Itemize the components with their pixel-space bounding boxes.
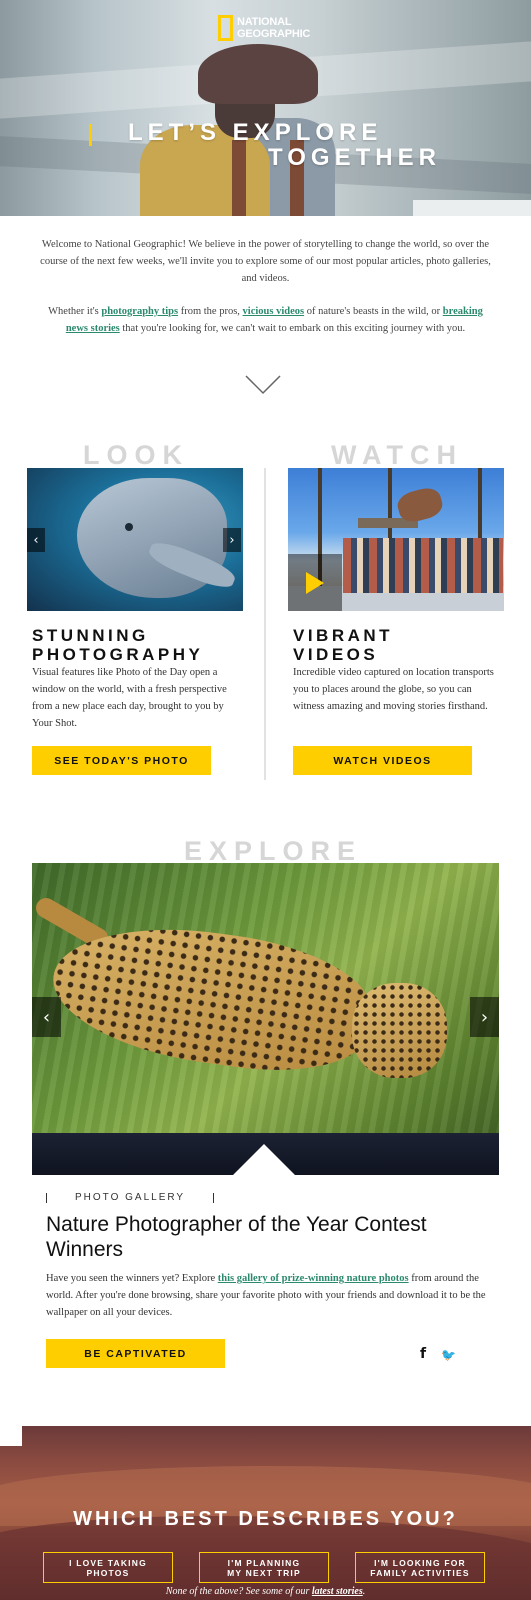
gallery-title: Nature Photographer of the Year Contest … <box>46 1213 427 1261</box>
vicious-videos-link[interactable]: vicious videos <box>243 306 305 317</box>
prize-winning-gallery-link[interactable]: this gallery of prize-winning nature pho… <box>218 1273 409 1284</box>
twitter-icon[interactable]: 🐦 <box>441 1348 456 1362</box>
watch-label: WATCH <box>331 440 463 470</box>
hero-hat <box>198 44 318 104</box>
option-line: I LOVE TAKING <box>69 1557 147 1568</box>
look-card-title: STUNNING PHOTOGRAPHY <box>32 626 203 664</box>
option-love-photos-button[interactable]: I LOVE TAKING PHOTOS <box>43 1552 173 1583</box>
option-line: MY NEXT TRIP <box>227 1567 301 1578</box>
dolphin-eye <box>125 523 133 531</box>
logo-yellow-frame-icon <box>218 15 233 41</box>
logo-line: NATIONAL <box>237 16 292 28</box>
hero-title-line1: LET’S EXPLORE <box>128 119 383 146</box>
see-todays-photo-button[interactable]: SEE TODAY'S PHOTO <box>32 746 211 775</box>
option-family-activities-button[interactable]: I'M LOOKING FOR FAMILY ACTIVITIES <box>355 1552 485 1583</box>
survey-title: WHICH BEST DESCRIBES YOU? <box>73 1508 458 1530</box>
option-line: FAMILY ACTIVITIES <box>370 1567 470 1578</box>
photo-prev-arrow-icon[interactable]: ‹ <box>27 528 45 552</box>
intro-text-segment: of nature's beasts in the wild, or <box>304 306 443 317</box>
watch-card-title: VIBRANT VIDEOS <box>293 626 393 664</box>
gallery-category-label: PHOTO GALLERY <box>75 1192 186 1203</box>
gallery-notch <box>232 1144 296 1175</box>
survey-footer: None of the above? See some of our lates… <box>0 1586 531 1597</box>
intro-paragraph-2: Whether it's photography tips from the p… <box>40 303 491 337</box>
leopard-gallery-image[interactable]: ‹ › <box>32 863 499 1175</box>
leopard-head <box>352 983 447 1078</box>
watch-videos-button[interactable]: WATCH VIDEOS <box>293 746 472 775</box>
video-crowd <box>343 538 503 593</box>
natgeo-logo[interactable]: NATIONAL GEOGRAPHIC <box>218 15 310 41</box>
watch-title-line2: VIDEOS <box>293 645 379 664</box>
footer-text: None of the above? See some of our <box>165 1586 312 1597</box>
look-label: LOOK <box>83 440 189 470</box>
chevron-down-icon <box>245 375 281 395</box>
photo-next-arrow-icon[interactable]: › <box>223 528 241 552</box>
intro-text-segment: Whether it's <box>48 306 102 317</box>
hero-title-line2: TOGETHER <box>268 144 441 171</box>
gallery-category: PHOTO GALLERY <box>46 1192 215 1203</box>
footer-text: . <box>362 1586 366 1597</box>
canyon-corner <box>0 1426 22 1446</box>
category-bar <box>213 1192 215 1203</box>
hero-corner <box>413 200 531 216</box>
option-line: I'M LOOKING FOR <box>374 1557 466 1568</box>
intro-text-segment: from the pros, <box>178 306 243 317</box>
column-divider <box>264 468 266 780</box>
logo-text: NATIONAL GEOGRAPHIC <box>237 16 310 40</box>
play-button[interactable] <box>288 554 342 611</box>
be-captivated-button[interactable]: BE CAPTIVATED <box>46 1339 225 1368</box>
logo-line: GEOGRAPHIC <box>237 28 311 40</box>
dolphin-photo[interactable]: ‹ › <box>27 468 243 611</box>
hero-title: LET’S EXPLORE TOGETHER <box>128 120 441 170</box>
gallery-next-arrow-icon[interactable]: › <box>470 997 499 1037</box>
hero-banner: NATIONAL GEOGRAPHIC LET’S EXPLORE TOGETH… <box>0 0 531 216</box>
intro-text: Welcome to National Geographic! We belie… <box>40 236 491 353</box>
option-planning-trip-button[interactable]: I'M PLANNING MY NEXT TRIP <box>199 1552 329 1583</box>
option-line: PHOTOS <box>86 1567 130 1578</box>
hero-accent-bar <box>89 124 92 146</box>
intro-paragraph-1: Welcome to National Geographic! We belie… <box>40 239 491 284</box>
option-line: I'M PLANNING <box>227 1557 301 1568</box>
play-icon <box>306 571 324 594</box>
skate-video-thumbnail[interactable] <box>288 468 504 611</box>
gallery-text: Have you seen the winners yet? Explore t… <box>46 1270 486 1321</box>
photography-tips-link[interactable]: photography tips <box>101 306 178 317</box>
watch-card-text: Incredible video captured on location tr… <box>293 667 494 712</box>
intro-text-segment: that you're looking for, we can't wait t… <box>119 323 466 334</box>
look-title-line2: PHOTOGRAPHY <box>32 645 204 664</box>
look-title-line1: STUNNING <box>32 626 149 645</box>
category-bar <box>46 1192 47 1203</box>
gallery-prev-arrow-icon[interactable]: ‹ <box>32 997 61 1037</box>
gallery-text-segment: Have you seen the winners yet? Explore <box>46 1273 218 1284</box>
facebook-icon[interactable]: f <box>420 1346 426 1362</box>
look-card-text: Visual features like Photo of the Day op… <box>32 667 227 729</box>
latest-stories-link[interactable]: latest stories <box>312 1586 363 1597</box>
watch-title-line1: VIBRANT <box>293 626 394 645</box>
